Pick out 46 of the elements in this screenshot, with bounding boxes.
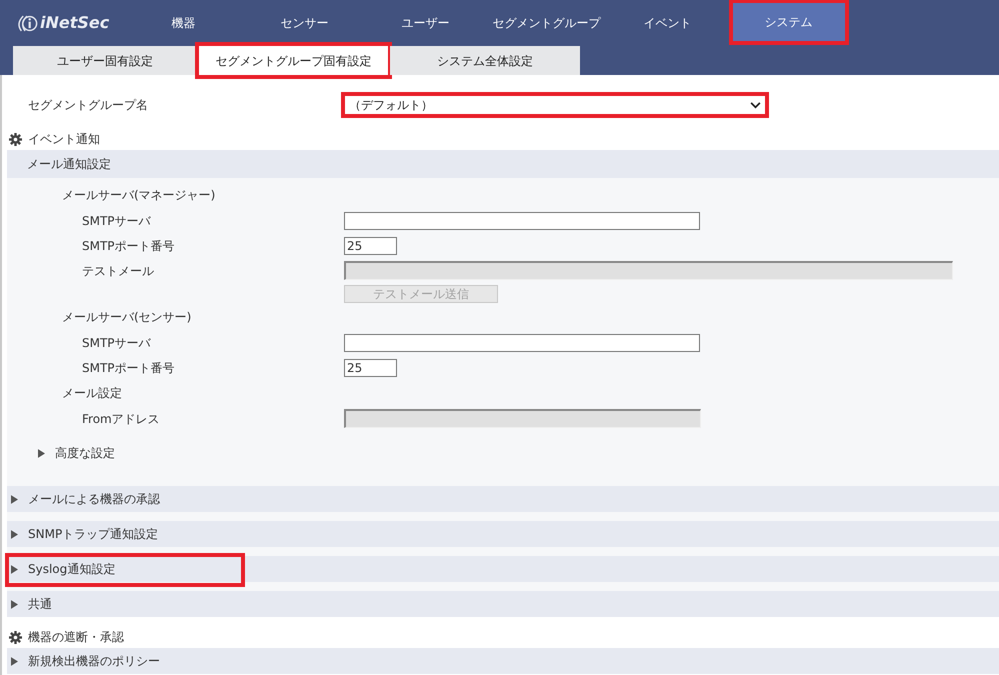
section-title: 新規検出機器のポリシー	[28, 653, 160, 670]
input-field[interactable]: 25	[344, 358, 397, 376]
field-label: SMTPポート番号	[81, 360, 176, 376]
section-title: メール通知設定	[27, 156, 111, 173]
subsection-toggle[interactable]: 高度な設定	[55, 444, 115, 462]
logo-text: iNetSec	[40, 12, 110, 34]
nav-tab[interactable]: センサー	[248, 3, 360, 43]
group-heading: 機器の遮断・承認	[28, 629, 124, 646]
field-label: SMTPサーバ	[81, 212, 152, 230]
subheading: メール設定	[62, 385, 122, 402]
triangle-icon	[11, 656, 18, 666]
input-field[interactable]: 25	[344, 236, 397, 254]
nav-tab[interactable]: ユーザー	[370, 3, 482, 43]
input-field[interactable]	[344, 212, 700, 230]
nav-tab[interactable]: イベント	[612, 3, 724, 43]
triangle-icon	[11, 564, 18, 574]
section-header[interactable]: 共通	[7, 591, 999, 617]
sub-tab[interactable]: ユーザー固有設定	[13, 46, 197, 75]
section-header[interactable]: メールによる機器の承認	[7, 486, 999, 512]
segment-group-select[interactable]: （デフォルト）	[344, 95, 766, 115]
triangle-icon	[38, 448, 45, 458]
triangle-icon	[11, 494, 18, 504]
section-title: 共通	[28, 596, 52, 613]
subheading: メールサーバ(マネージャー)	[62, 187, 216, 204]
section-title: Syslog通知設定	[28, 561, 116, 578]
section-title: メールによる機器の承認	[28, 491, 160, 508]
field-label: SMTPサーバ	[81, 334, 152, 352]
group-heading: イベント通知	[28, 131, 100, 148]
sub-tab[interactable]: システム全体設定	[390, 46, 580, 75]
section-title: SNMPトラップ通知設定	[28, 526, 158, 543]
section-header[interactable]: SNMPトラップ通知設定	[7, 521, 999, 547]
triangle-icon	[11, 600, 18, 608]
input-field[interactable]	[344, 334, 700, 352]
section-header[interactable]: メール通知設定	[7, 150, 999, 178]
gear-icon	[9, 630, 22, 644]
section-header[interactable]: 新規検出機器のポリシー	[7, 648, 999, 674]
gear-icon	[9, 132, 22, 146]
field-label: Fromアドレス	[81, 410, 161, 428]
field-label: SMTPポート番号	[81, 238, 176, 254]
nav-tab[interactable]: セグメントグループ	[490, 3, 602, 43]
field-label: セグメントグループ名	[27, 97, 149, 114]
triangle-icon	[11, 530, 18, 538]
subheading: メールサーバ(センサー)	[62, 309, 192, 326]
field-label: テストメール	[81, 262, 155, 280]
nav-tab[interactable]: 機器	[128, 3, 240, 43]
caret-icon	[750, 102, 761, 108]
